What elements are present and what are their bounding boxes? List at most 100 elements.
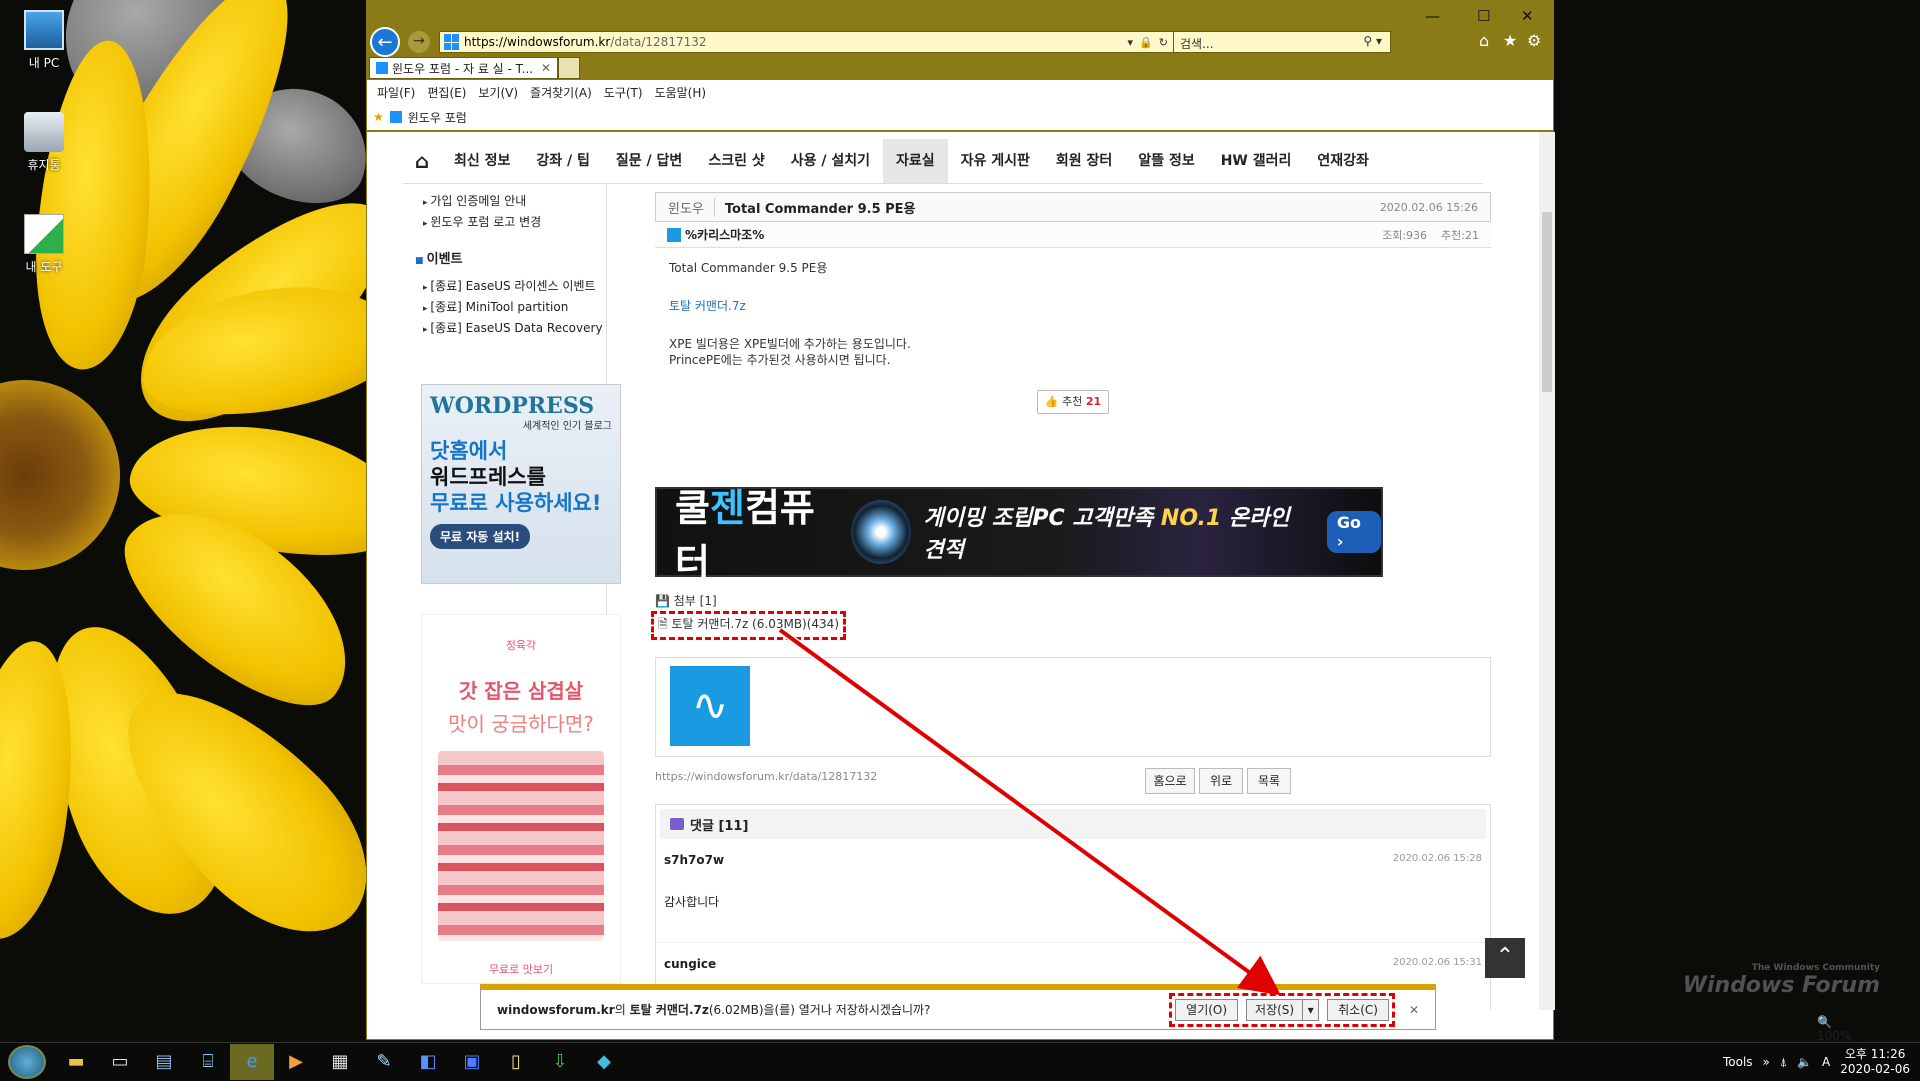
nav-item[interactable]: 회원 장터 xyxy=(1043,139,1125,183)
event-link[interactable]: [종료] MiniTool partition xyxy=(423,298,606,315)
internet-explorer-icon[interactable]: e xyxy=(230,1043,274,1080)
article-date: 2020.02.06 15:26 xyxy=(1379,200,1478,214)
sidebar-link[interactable]: 가입 인증메일 안내 xyxy=(423,192,606,209)
desktop-icon-recycle-bin[interactable]: 휴지통 xyxy=(14,112,74,173)
nav-item[interactable]: 연재강좌 xyxy=(1304,139,1382,183)
attachment-file-link[interactable]: 🗎 토탈 커맨더.7z (6.03MB)(434) xyxy=(651,611,846,640)
url-path: /data/12817132 xyxy=(610,35,707,49)
nav-item[interactable]: 스크린 샷 xyxy=(695,139,777,183)
favorite-link[interactable]: 윈도우 포럼 xyxy=(408,109,467,126)
list-button[interactable]: 목록 xyxy=(1247,768,1291,794)
browser-window: — ☐ ✕ ← → https://windowsforum.kr/data/1… xyxy=(366,0,1851,1057)
ad-pork-cta[interactable]: 무료로 맛보기 xyxy=(422,961,620,977)
close-download-bar-icon[interactable]: ✕ xyxy=(1409,1003,1419,1017)
command-prompt-icon[interactable]: ▭ xyxy=(98,1044,142,1080)
comment-text: 감사합니다 xyxy=(664,895,720,909)
media-player-icon[interactable]: ▶ xyxy=(274,1044,318,1080)
maximize-icon[interactable]: ☐ xyxy=(1477,7,1490,25)
site-nav: ⌂ 최신 정보 강좌 / 팁 질문 / 답변 스크린 샷 사용 / 설치기 자료… xyxy=(403,138,1483,184)
gear-icon[interactable]: ⚙ xyxy=(1527,31,1541,50)
menu-edit[interactable]: 편집(E) xyxy=(427,84,466,100)
tools-toolbar[interactable]: Tools xyxy=(1723,1055,1753,1069)
permalink[interactable]: https://windowsforum.kr/data/12817132 xyxy=(655,770,877,783)
save-options-dropdown-icon[interactable]: ▾ xyxy=(1302,999,1318,1020)
menu-favorites[interactable]: 즐겨찾기(A) xyxy=(530,84,592,100)
terminal-icon[interactable]: ▦ xyxy=(318,1044,362,1080)
cube-icon[interactable]: ◆ xyxy=(582,1044,626,1080)
ad-cool-go-button[interactable]: Go › xyxy=(1326,511,1381,553)
clock-date: 2020-02-06 xyxy=(1840,1062,1910,1076)
overflow-chevron-icon[interactable]: » xyxy=(1763,1055,1770,1069)
open-button[interactable]: 열기(O) xyxy=(1175,998,1239,1021)
clock[interactable]: 오후 11:26 2020-02-06 xyxy=(1840,1047,1910,1077)
desktop-icon-my-pc[interactable]: 내 PC xyxy=(14,10,74,71)
body-link[interactable]: 토탈 커맨더.7z xyxy=(669,299,746,313)
event-link[interactable]: [종료] EaseUS 라이센스 이벤트 xyxy=(423,277,606,294)
edit-icon[interactable]: ✎ xyxy=(362,1044,406,1080)
nav-item[interactable]: HW 갤러리 xyxy=(1208,139,1305,183)
scroll-to-top-button[interactable]: ⌃ xyxy=(1485,938,1525,978)
top-button[interactable]: 위로 xyxy=(1199,768,1243,794)
nav-item[interactable]: 알뜰 정보 xyxy=(1125,139,1207,183)
add-favorite-icon[interactable]: ★ xyxy=(373,110,384,124)
tab-close-icon[interactable]: ✕ xyxy=(541,61,551,75)
network-icon[interactable]: ⌸ xyxy=(186,1044,230,1080)
refresh-icon[interactable]: ↻ xyxy=(1159,36,1168,49)
comments-header: 댓글 [11] xyxy=(660,809,1486,839)
address-dropdown-icon[interactable]: ▾ xyxy=(1128,36,1134,49)
nav-item[interactable]: 자유 게시판 xyxy=(948,139,1043,183)
comment-author[interactable]: cungice xyxy=(664,957,716,971)
save-button[interactable]: 저장(S) ▾ xyxy=(1246,998,1320,1021)
minimize-icon[interactable]: — xyxy=(1425,7,1440,25)
nav-item-active[interactable]: 자료실 xyxy=(882,138,948,183)
article-category[interactable]: 윈도우 xyxy=(668,197,715,217)
back-button[interactable]: ← xyxy=(370,27,400,57)
scrollbar-thumb[interactable] xyxy=(1542,212,1552,392)
lock-icon[interactable]: 🔒 xyxy=(1139,36,1153,49)
sidebar-link[interactable]: 윈도우 포럼 로고 변경 xyxy=(423,213,606,230)
ad-pork[interactable]: 정육각 갓 잡은 삼겹살 맛이 궁금하다면? 무료로 맛보기 xyxy=(421,614,621,984)
nav-item[interactable]: 사용 / 설치기 xyxy=(778,139,883,183)
home-nav-icon[interactable]: ⌂ xyxy=(403,149,441,173)
menu-tools[interactable]: 도구(T) xyxy=(604,84,643,100)
ime-indicator[interactable]: A xyxy=(1822,1055,1830,1069)
download-tool-icon[interactable]: ⇩ xyxy=(538,1044,582,1080)
nav-item[interactable]: 질문 / 답변 xyxy=(603,139,695,183)
file-explorer-icon[interactable]: ▬ xyxy=(54,1044,98,1080)
comment-author[interactable]: s7h7o7w xyxy=(664,853,724,867)
network-tray-icon[interactable]: ⍋ xyxy=(1780,1055,1787,1070)
attach-icon: 💾 xyxy=(655,594,670,608)
ad-wordpress[interactable]: WORDPRESS 세계적인 인기 블로그 닷홈에서 워드프레스를 무료로 사용… xyxy=(421,384,621,584)
search-box[interactable]: 검색... ⚲ ▾ xyxy=(1173,31,1391,53)
ad-cooljen[interactable]: 쿨젠컴퓨터 게이밍 조립PC 고객만족 NO.1 온라인 견적 Go › xyxy=(655,486,1383,585)
tab-active[interactable]: 윈도우 포럼 - 자 료 실 - T... ✕ xyxy=(369,57,559,79)
ad-wp-button[interactable]: 무료 자동 설치! xyxy=(430,524,531,549)
recommend-button[interactable]: 👍 추천 21 xyxy=(1037,390,1109,414)
start-button[interactable] xyxy=(8,1044,46,1079)
menu-file[interactable]: 파일(F) xyxy=(377,84,415,100)
close-icon[interactable]: ✕ xyxy=(1521,7,1534,25)
menu-help[interactable]: 도움말(H) xyxy=(655,84,707,100)
pulse-logo-icon: ∿ xyxy=(670,666,750,746)
address-bar[interactable]: https://windowsforum.kr/data/12817132 ▾ … xyxy=(439,31,1175,53)
nav-item[interactable]: 강좌 / 팁 xyxy=(523,139,603,183)
forward-button[interactable]: → xyxy=(408,31,430,53)
document-icon[interactable]: ▯ xyxy=(494,1044,538,1080)
home-button[interactable]: 홈으로 xyxy=(1145,768,1195,794)
desktop-icon-my-tools[interactable]: 내 도구 xyxy=(14,214,74,275)
ad-wp-headline: 닷홈에서 워드프레스를 무료로 사용하세요! xyxy=(430,438,612,516)
new-tab-button[interactable] xyxy=(558,57,581,79)
nav-item[interactable]: 최신 정보 xyxy=(441,139,523,183)
article-author[interactable]: %카리스마조% xyxy=(667,226,1382,243)
notepad-icon[interactable]: ▤ xyxy=(142,1044,186,1080)
save-disk-icon[interactable]: ▣ xyxy=(450,1044,494,1080)
utility-icon[interactable]: ◧ xyxy=(406,1044,450,1080)
menu-view[interactable]: 보기(V) xyxy=(478,84,518,100)
cancel-button[interactable]: 취소(C) xyxy=(1327,998,1389,1021)
vertical-scrollbar[interactable] xyxy=(1539,132,1555,1010)
home-icon[interactable]: ⌂ xyxy=(1479,31,1489,50)
volume-icon[interactable]: 🔈 xyxy=(1797,1055,1812,1069)
event-link[interactable]: [종료] EaseUS Data Recovery xyxy=(423,319,606,336)
favorites-star-icon[interactable]: ★ xyxy=(1503,31,1517,50)
search-icon[interactable]: ⚲ ▾ xyxy=(1363,34,1382,48)
